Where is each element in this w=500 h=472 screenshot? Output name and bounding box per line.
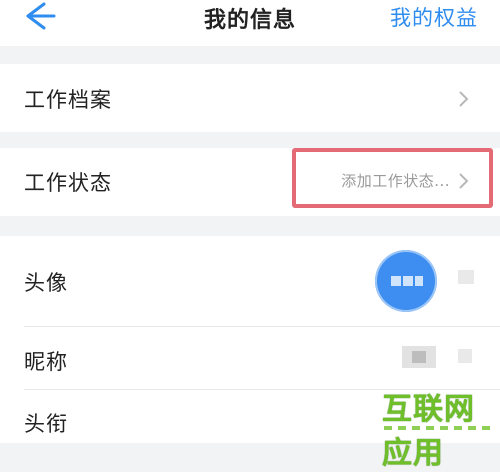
avatar xyxy=(375,250,437,312)
pixelated-mark xyxy=(458,270,474,284)
work-status-label: 工作状态 xyxy=(24,171,112,195)
watermark-subline xyxy=(384,426,490,430)
work-archive-row[interactable]: 工作档案 xyxy=(0,64,500,132)
avatar-row[interactable]: 头像 xyxy=(0,236,500,326)
avatar-label: 头像 xyxy=(24,271,68,295)
nickname-row[interactable]: 昵称 xyxy=(0,327,500,389)
nav-bar: 我的信息 我的权益 xyxy=(0,0,500,46)
pixelated-mark xyxy=(458,349,472,363)
work-archive-label: 工作档案 xyxy=(24,88,112,112)
annotation-highlight-box xyxy=(292,148,493,208)
chevron-right-icon xyxy=(459,91,469,107)
nickname-label: 昵称 xyxy=(24,350,68,374)
watermark-logo: 互联网应用 xyxy=(382,384,500,471)
title-label: 头衔 xyxy=(24,412,68,436)
my-benefits-link[interactable]: 我的权益 xyxy=(390,2,478,32)
